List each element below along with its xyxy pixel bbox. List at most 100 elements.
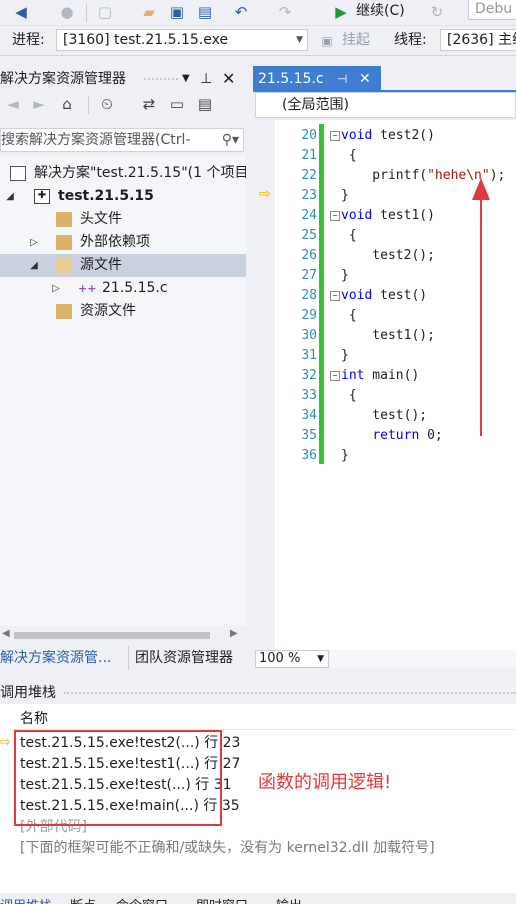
scope-select[interactable]: (全局范围) <box>255 92 516 118</box>
tree-item-header-files[interactable]: 头文件 <box>0 208 246 231</box>
tab-immediate-window[interactable]: 即时窗口 <box>196 895 248 904</box>
code-text: void test2() <box>341 128 435 143</box>
back-icon[interactable]: ◀ <box>12 3 30 21</box>
continue-icon[interactable]: ▶ <box>332 3 350 21</box>
save-icon[interactable]: ▣ <box>168 3 186 21</box>
bottom-tool-tabs: 调用堆栈 断点 命令窗口 即时窗口 输出 <box>0 893 516 904</box>
collapse-icon[interactable]: − <box>330 131 340 141</box>
tree-item-resource-files[interactable]: 资源文件 <box>0 300 246 323</box>
search-icon[interactable]: ⚲▾ <box>217 129 239 151</box>
code-text: test1(); <box>341 328 435 343</box>
code-text: } <box>341 188 349 203</box>
call-stack-title: 调用堆栈 <box>0 682 516 704</box>
line-number: 28 <box>301 288 317 303</box>
code-line[interactable]: 36} <box>255 446 516 466</box>
folder-icon <box>56 258 72 273</box>
tab-call-stack[interactable]: 调用堆栈 <box>0 895 52 904</box>
tree-item-c-file[interactable]: ▷ ++ 21.5.15.c <box>0 277 246 300</box>
horizontal-scrollbar[interactable]: ◀ ▶ <box>0 628 246 642</box>
forward-icon[interactable]: ► <box>30 95 48 113</box>
process-select[interactable]: [3160] test.21.5.15.exe ▼ <box>56 29 308 51</box>
collapse-icon[interactable]: − <box>330 211 340 221</box>
continue-button[interactable]: 继续(C) <box>356 0 405 22</box>
zoom-select[interactable]: 100 % ▼ <box>255 650 329 668</box>
code-text: void test1() <box>341 208 435 223</box>
chevron-down-icon: ▼ <box>296 35 303 45</box>
solution-tree: 解决方案"test.21.5.15"(1 个项目 ◢ ✚ test.21.5.1… <box>0 156 248 639</box>
line-number: 33 <box>301 388 317 403</box>
collapse-icon[interactable]: − <box>330 291 340 301</box>
code-text: } <box>341 268 349 283</box>
close-icon[interactable]: ✕ <box>359 66 371 92</box>
code-text: } <box>341 348 349 363</box>
editor-hscroll[interactable] <box>330 650 516 668</box>
collapse-icon[interactable]: − <box>330 371 340 381</box>
tree-item-external-deps[interactable]: ▷ 外部依赖项 <box>0 231 246 254</box>
close-icon[interactable]: ✕ <box>222 68 235 90</box>
change-tracking-bar <box>319 124 324 464</box>
pin-icon[interactable]: ⊣ <box>337 66 347 92</box>
tab-source-file[interactable]: 21.5.15.c ⊣ ✕ <box>253 66 381 92</box>
tab-team-explorer[interactable]: 团队资源管理器 <box>128 646 239 670</box>
line-number: 25 <box>301 228 317 243</box>
line-number: 34 <box>301 408 317 423</box>
process-label: 进程: <box>12 32 45 48</box>
code-text: test2(); <box>341 248 435 263</box>
code-text: } <box>341 448 349 463</box>
line-number: 35 <box>301 428 317 443</box>
missing-symbols-note[interactable]: [下面的框架可能不正确和/或缺失，没有为 kernel32.dll 加载符号] <box>20 838 435 859</box>
new-item-icon[interactable]: ▢ <box>96 3 114 21</box>
splitter[interactable] <box>246 66 254 670</box>
tree-item-source-files[interactable]: ◢ 源文件 <box>0 254 246 277</box>
code-text: int main() <box>341 368 420 383</box>
history-icon[interactable]: ⏲ <box>98 95 116 113</box>
home-icon[interactable]: ⌂ <box>58 95 76 113</box>
code-text: test(); <box>341 408 428 423</box>
line-number: 23 <box>301 188 317 203</box>
tab-output[interactable]: 输出 <box>276 895 302 904</box>
tab-breakpoints[interactable]: 断点 <box>70 895 96 904</box>
code-text: { <box>341 148 357 163</box>
code-line[interactable]: 21 { <box>255 146 516 166</box>
save-all-icon[interactable]: ▤ <box>196 3 214 21</box>
highlight-box <box>14 730 222 826</box>
call-stack-panel: 名称 ⇨ test.21.5.15.exe!test2(...) 行 23 te… <box>0 704 516 894</box>
project-icon: ✚ <box>34 189 50 204</box>
dropdown-icon[interactable]: ▼ <box>182 68 190 90</box>
suspend-icon[interactable]: ▣ <box>318 32 336 50</box>
tree-item-solution[interactable]: 解决方案"test.21.5.15"(1 个项目 <box>0 162 248 185</box>
solution-config-select[interactable]: Debu <box>468 0 516 20</box>
pin-icon[interactable]: ⊥ <box>200 68 212 90</box>
expanded-icon[interactable]: ◢ <box>4 185 16 208</box>
line-number: 22 <box>301 168 317 183</box>
code-text: return 0; <box>372 428 443 443</box>
folder-icon <box>56 235 72 250</box>
restart-icon[interactable]: ↻ <box>428 3 446 21</box>
open-folder-icon[interactable]: ▰ <box>140 3 158 21</box>
tab-command-window[interactable]: 命令窗口 <box>116 895 168 904</box>
code-text: { <box>341 388 357 403</box>
suspend-button[interactable]: 挂起 <box>342 29 370 51</box>
annotation-arrow <box>472 178 490 436</box>
properties-icon[interactable]: ▤ <box>196 95 214 113</box>
tab-solution-explorer[interactable]: 解决方案资源管... <box>0 646 111 670</box>
sync-icon[interactable]: ⇄ <box>140 95 158 113</box>
solution-search-input[interactable]: 搜索解决方案资源管理器(Ctrl- ⚲▾ <box>0 128 244 152</box>
expanded-icon[interactable]: ◢ <box>28 254 40 277</box>
folder-icon <box>56 212 72 227</box>
thread-select[interactable]: [2636] 主线 <box>440 29 516 51</box>
undo-icon[interactable]: ↶ <box>232 3 250 21</box>
back-icon[interactable]: ◄ <box>4 95 22 113</box>
scrollbar-thumb[interactable] <box>14 632 210 639</box>
collapse-all-icon[interactable]: ▭ <box>168 95 186 113</box>
collapsed-icon[interactable]: ▷ <box>50 277 62 300</box>
column-header[interactable]: 名称 <box>12 706 516 730</box>
tree-item-project[interactable]: ◢ ✚ test.21.5.15 <box>0 185 246 208</box>
collapsed-icon[interactable]: ▷ <box>28 231 40 254</box>
code-line[interactable]: 20 − void test2() <box>255 126 516 146</box>
redo-icon[interactable]: ↷ <box>276 3 294 21</box>
line-number: 26 <box>301 248 317 263</box>
forward-icon[interactable]: ● <box>58 3 76 21</box>
current-frame-arrow-icon: ⇨ <box>0 735 11 750</box>
cfile-icon: ++ <box>78 282 97 295</box>
